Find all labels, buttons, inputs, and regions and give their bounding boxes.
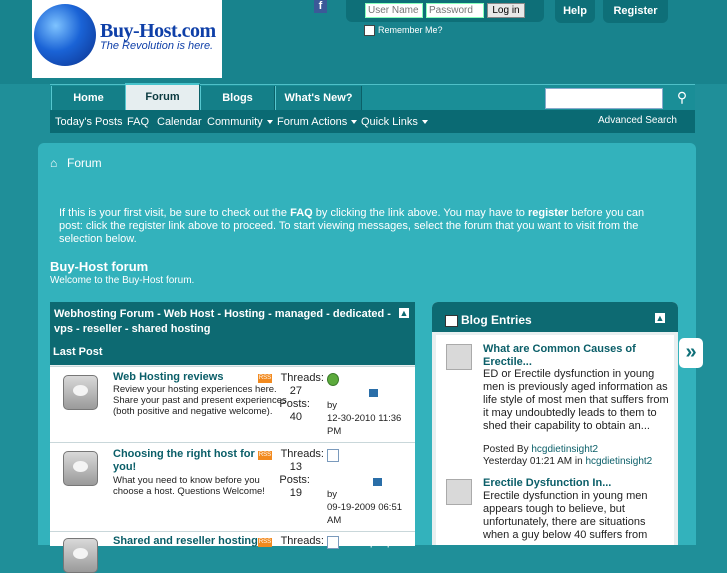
lastpost-date: 09-19-2009 06:51 AM — [327, 502, 403, 527]
lastpost-column-header: Last Post — [53, 346, 103, 358]
rss-icon[interactable]: RSS — [258, 538, 272, 547]
facebook-icon[interactable]: f — [314, 0, 327, 13]
blog-entry-time: Yesterday 01:21 AM — [483, 456, 573, 467]
remember-me-checkbox[interactable] — [364, 25, 375, 36]
blog-author-link[interactable]: hcgdietinsight2 — [531, 444, 598, 455]
forum-row-stats: Threads: 13 Posts: 19 — [272, 448, 324, 500]
forum-row-lastpost: Startup Tips — [327, 536, 412, 549]
help-button[interactable]: Help — [555, 0, 595, 23]
forum-row-lastpost: Hostgator [Review] by Alanmoore 12-30-20… — [327, 373, 412, 438]
post-icon — [327, 373, 339, 386]
threads-count: 27 — [289, 385, 302, 397]
globe-logo-icon — [34, 4, 96, 66]
blog-entry-title[interactable]: What are Common Causes of Erectile... — [483, 343, 643, 369]
post-icon — [327, 449, 339, 462]
posts-count: 19 — [289, 487, 302, 499]
lastpost-title-link[interactable]: Startup Tips — [342, 536, 398, 548]
posted-by-label: Posted By — [483, 444, 529, 455]
blog-entry-excerpt: ED or Erectile dysfunction in young men … — [483, 368, 669, 432]
subnav-forum-actions[interactable]: Forum Actions — [277, 116, 358, 128]
notice-text-1: If this is your first visit, be sure to … — [59, 207, 291, 219]
go-to-post-icon[interactable] — [373, 477, 383, 486]
threads-label: Threads: — [280, 448, 324, 460]
chevron-down-icon — [421, 120, 428, 125]
post-icon — [327, 536, 339, 549]
by-label: by — [327, 489, 338, 501]
blog-icon — [445, 315, 458, 327]
register-button[interactable]: Register — [603, 0, 668, 23]
forum-row-lastpost: Experiences With Web Hosting... by const… — [327, 449, 409, 527]
remember-me-label: Remember Me? — [378, 25, 443, 35]
subnav-community[interactable]: Community — [207, 116, 273, 128]
rss-icon[interactable]: RSS — [258, 374, 272, 383]
in-label: in — [574, 456, 583, 467]
forum-row-desc: What you need to know before you choose … — [113, 475, 265, 497]
password-field[interactable] — [426, 3, 484, 18]
blog-entry-title[interactable]: Erectile Dysfunction In... — [483, 477, 643, 490]
chevron-down-icon — [266, 120, 273, 125]
forum-row-stats: Threads: 27 Posts: 40 — [272, 372, 324, 424]
threads-label: Threads: — [280, 535, 324, 547]
subnav-quick-links[interactable]: Quick Links — [361, 116, 428, 128]
collapse-icon[interactable]: ▲ — [655, 313, 665, 323]
logo-tagline: The Revolution is here. — [100, 40, 214, 52]
login-button[interactable]: Log in — [487, 3, 525, 18]
lastpost-user-link[interactable]: Alanmoore — [339, 399, 390, 411]
tab-blogs[interactable]: Blogs — [200, 86, 275, 110]
next-arrow-icon[interactable]: » — [679, 338, 703, 368]
threads-label: Threads: — [280, 372, 324, 384]
forum-row-title[interactable]: Choosing the right host for you! — [113, 448, 261, 474]
posts-label: Posts: — [279, 474, 310, 486]
lastpost-user-link[interactable]: constantoo — [340, 488, 391, 500]
notice-register-link[interactable]: register — [528, 207, 568, 219]
forum-row-title[interactable]: Shared and reseller hosting — [113, 535, 258, 547]
search-input[interactable] — [545, 88, 663, 109]
by-label: by — [327, 400, 338, 412]
forum-row-title[interactable]: Web Hosting reviews — [113, 371, 223, 383]
avatar[interactable] — [446, 479, 472, 505]
subnav-forum-actions-label: Forum Actions — [277, 116, 348, 128]
avatar[interactable] — [446, 344, 472, 370]
go-to-post-icon[interactable] — [369, 388, 379, 397]
blog-entry-meta: Posted By hcgdietinsight2 (0 Comments) Y… — [483, 444, 678, 468]
tab-home[interactable]: Home — [51, 86, 126, 110]
forum-row-desc: Review your hosting experiences here. Sh… — [113, 384, 287, 417]
collapse-icon[interactable]: ▲ — [399, 308, 409, 318]
site-logo[interactable]: Buy-Host.com The Revolution is here. — [32, 0, 222, 78]
home-icon[interactable]: ⌂ — [50, 156, 57, 170]
username-field[interactable] — [365, 3, 423, 18]
blog-entry-excerpt: Erectile dysfunction in young men appear… — [483, 490, 648, 541]
forum-read-icon — [63, 538, 98, 573]
subnav-faq[interactable]: FAQ — [127, 116, 149, 128]
chevron-down-icon — [351, 120, 358, 125]
breadcrumb-forum[interactable]: Forum — [67, 156, 102, 170]
threads-count: 13 — [289, 461, 302, 473]
forum-title: Buy-Host forum — [50, 259, 149, 274]
notice-faq-link[interactable]: FAQ — [290, 207, 313, 219]
login-panel: Log in — [346, 0, 544, 22]
blog-in-link[interactable]: hcgdietinsight2 — [586, 456, 653, 467]
subnav-todays-posts[interactable]: Today's Posts — [55, 116, 123, 128]
blog-panel-title: Blog Entries — [461, 313, 532, 327]
forum-subtitle: Welcome to the Buy-Host forum. — [50, 275, 195, 286]
blog-comments-link[interactable]: (0 Comments) — [601, 444, 664, 455]
tab-whats-new[interactable]: What's New? — [275, 86, 362, 110]
forum-read-icon — [63, 451, 98, 486]
search-icon[interactable]: ⚲ — [672, 86, 692, 108]
forum-category-title[interactable]: Webhosting Forum - Web Host - Hosting - … — [54, 307, 394, 337]
posts-count: 40 — [289, 411, 302, 423]
subnav-quick-links-label: Quick Links — [361, 116, 418, 128]
subnav-calendar[interactable]: Calendar — [157, 116, 202, 128]
posts-label: Posts: — [279, 398, 310, 410]
rss-icon[interactable]: RSS — [258, 451, 272, 460]
advanced-search-link[interactable]: Advanced Search — [598, 115, 677, 126]
forum-read-icon — [63, 375, 98, 410]
lastpost-date: 12-30-2010 11:36 PM — [327, 413, 402, 438]
welcome-notice: If this is your first visit, be sure to … — [59, 207, 659, 246]
subnav-community-label: Community — [207, 116, 263, 128]
notice-text-2: by clicking the link above. You may have… — [312, 207, 528, 219]
tab-forum[interactable]: Forum — [125, 83, 200, 112]
